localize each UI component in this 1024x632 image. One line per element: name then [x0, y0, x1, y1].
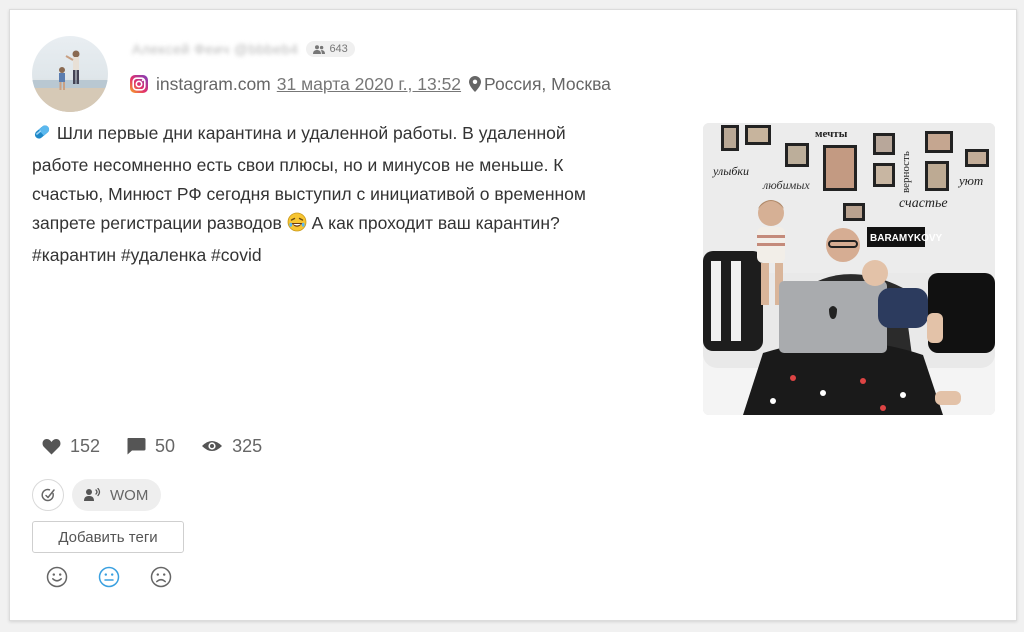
post-date-link[interactable]: 31 марта 2020 г., 13:52: [277, 74, 461, 95]
comments-stat: 50: [126, 436, 175, 457]
text-line-1: Шли первые дни карантина и удаленной раб…: [56, 123, 566, 143]
edit-check-button[interactable]: [32, 479, 64, 511]
smile-icon: [46, 566, 68, 588]
tags-row: WOM: [32, 479, 162, 511]
text-line-5: А как проходит ваш карантин?: [311, 213, 560, 233]
source-link[interactable]: instagram.com: [156, 74, 271, 95]
comment-icon: [127, 438, 146, 455]
post-text-line: Шли первые дни карантина и удаленной раб…: [32, 119, 682, 151]
post-text: Шли первые дни карантина и удаленной раб…: [32, 119, 682, 270]
post-photo[interactable]: мечты улыбки любимых верность счастье ую…: [703, 123, 995, 415]
post-meta: instagram.com 31 марта 2020 г., 13:52 Ро…: [130, 72, 611, 96]
speaker-person-icon: [84, 488, 101, 501]
photo-word-sign: BARAMYKOVY: [870, 233, 943, 244]
photo-word-loved: любимых: [762, 178, 810, 192]
edit-check-icon: [41, 488, 55, 502]
photo-word-dreams: мечты: [815, 128, 848, 140]
text-line-3: счастью, Минюст РФ сегодня выступил с ин…: [32, 184, 586, 204]
sentiment-neutral-button[interactable]: [98, 566, 120, 588]
sad-face-icon: [150, 566, 172, 588]
avatar-image: [32, 50, 108, 112]
photo-word-loyalty: верность: [900, 151, 912, 193]
photo-word-happiness: счастье: [899, 196, 948, 211]
photo-word-cozy: уют: [957, 173, 983, 188]
wom-tag[interactable]: WOM: [72, 479, 162, 511]
followers-count: 643: [329, 43, 348, 55]
add-tags-button[interactable]: Добавить теги: [32, 521, 184, 553]
heart-icon: [42, 438, 61, 454]
comments-count: 50: [155, 435, 176, 456]
sentiment-positive-button[interactable]: [46, 566, 68, 588]
views-stat: 325: [201, 436, 262, 457]
location-pin-icon: [469, 76, 482, 92]
photo-word-smiles: улыбки: [712, 164, 749, 178]
post-card: Алексей Феич @bbbeb4 643 instagram.com 3…: [9, 9, 1017, 621]
post-text-line: запрете регистрации разводов А как прохо…: [32, 209, 682, 241]
text-line-2: работе несомненно есть свои плюсы, но и …: [32, 155, 564, 175]
author-row: Алексей Феич @bbbeb4 643: [132, 39, 355, 59]
hashtags[interactable]: #карантин #удаленка #covid: [32, 241, 682, 270]
sentiment-selector: [46, 566, 172, 588]
wom-label: WOM: [110, 486, 149, 504]
likes-count: 152: [70, 435, 101, 456]
likes-stat: 152: [42, 436, 100, 457]
author-name[interactable]: Алексей Феич @bbbeb4: [132, 41, 298, 57]
laughing-emoji-icon: [287, 212, 307, 241]
pill-emoji-icon: [32, 122, 52, 151]
people-icon: [313, 44, 326, 54]
neutral-face-icon: [98, 566, 120, 588]
engagement-stats: 152 50 325: [42, 433, 288, 459]
post-photo-image: мечты улыбки любимых верность счастье ую…: [703, 123, 995, 415]
instagram-icon: [130, 75, 148, 93]
text-line-4: запрете регистрации разводов: [32, 213, 282, 233]
location-text: Россия, Москва: [484, 73, 611, 94]
sentiment-negative-button[interactable]: [150, 566, 172, 588]
followers-badge: 643: [306, 41, 355, 57]
eye-icon: [202, 441, 223, 451]
author-avatar[interactable]: [32, 36, 108, 112]
views-count: 325: [232, 435, 263, 456]
